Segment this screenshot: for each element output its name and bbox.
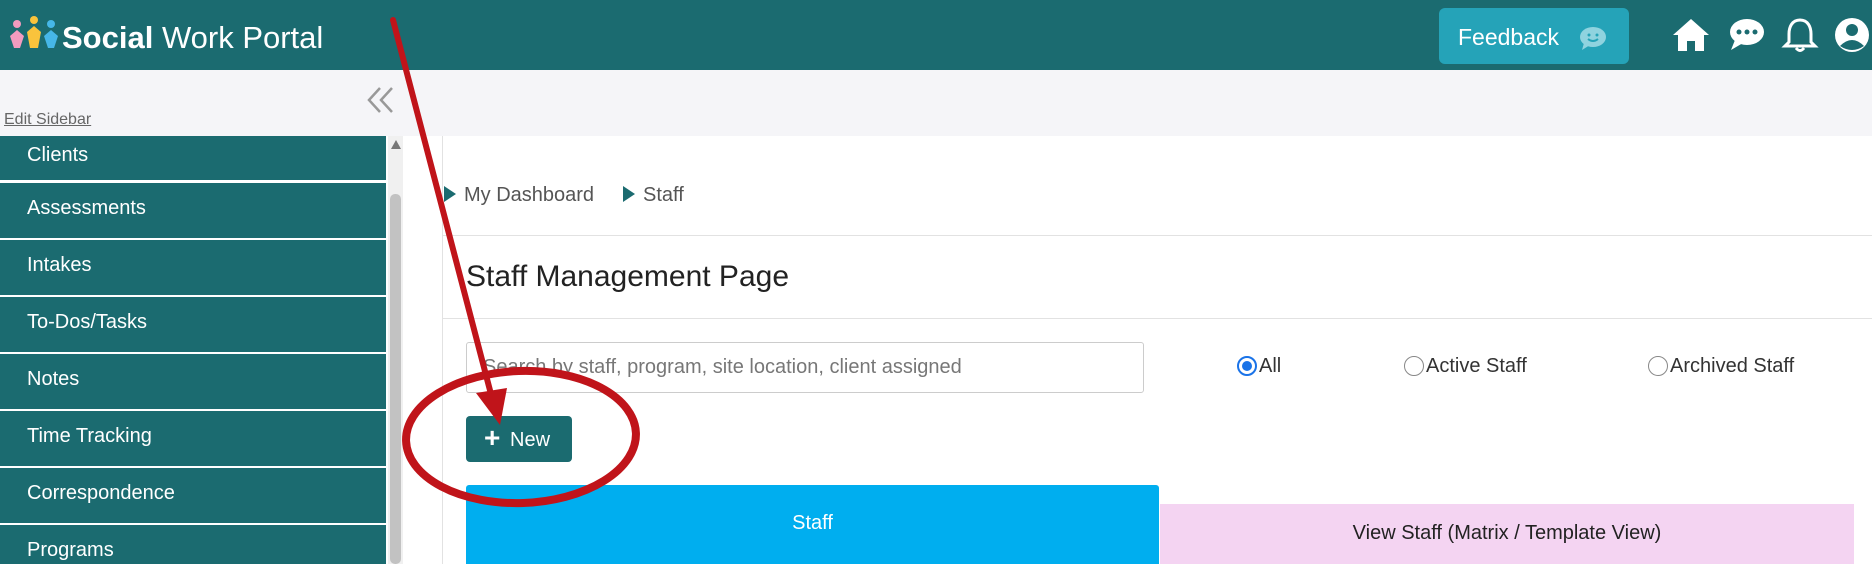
edit-sidebar-link[interactable]: Edit Sidebar — [4, 111, 91, 129]
top-navbar: Social Work Portal Feedback — [0, 0, 1872, 70]
sidebar-item-label: Intakes — [27, 254, 92, 276]
tab-staff[interactable]: Staff — [466, 485, 1159, 564]
sidebar-item-label: Assessments — [27, 197, 146, 219]
sidebar-item-label: Time Tracking — [27, 425, 152, 447]
radio-active-staff[interactable] — [1404, 356, 1424, 376]
scrollbar-thumb[interactable] — [390, 194, 401, 564]
sidebar-item-clients[interactable]: Clients — [0, 136, 386, 180]
radio-active-staff-label[interactable]: Active Staff — [1426, 355, 1527, 378]
sidebar-item-programs[interactable]: Programs — [0, 525, 386, 564]
sidebar-item-todos-tasks[interactable]: To-Dos/Tasks — [0, 297, 386, 352]
radio-all[interactable] — [1237, 356, 1257, 376]
sidebar-item-intakes[interactable]: Intakes — [0, 240, 386, 295]
search-input[interactable] — [466, 342, 1144, 393]
sidebar-item-notes[interactable]: Notes — [0, 354, 386, 409]
radio-archived-staff[interactable] — [1648, 356, 1668, 376]
sidebar-item-label: Notes — [27, 368, 80, 390]
feedback-chat-icon — [1580, 27, 1606, 50]
title-divider — [442, 318, 1872, 319]
sidebar: Clients Assessments Intakes To-Dos/Tasks… — [0, 136, 386, 564]
logo-icon — [10, 16, 58, 48]
sidebar-item-time-tracking[interactable]: Time Tracking — [0, 411, 386, 466]
sidebar-item-label: Correspondence — [27, 482, 175, 504]
new-staff-button[interactable]: + New — [466, 416, 572, 462]
sidebar-item-label: Clients — [27, 144, 89, 166]
breadcrumb-item-dashboard[interactable]: My Dashboard — [464, 184, 594, 207]
radio-archived-staff-label[interactable]: Archived Staff — [1670, 355, 1794, 378]
brand-title-light: Work Portal — [153, 20, 324, 55]
content-left-border — [442, 136, 443, 564]
feedback-button[interactable]: Feedback — [1439, 8, 1629, 64]
sidebar-item-correspondence[interactable]: Correspondence — [0, 468, 386, 523]
tab-view-staff-matrix[interactable]: View Staff (Matrix / Template View) — [1160, 504, 1854, 564]
sidebar-item-assessments[interactable]: Assessments — [0, 183, 386, 238]
chat-icon[interactable] — [1727, 16, 1767, 54]
scroll-up-icon[interactable] — [391, 140, 401, 149]
page-title: Staff Management Page — [466, 260, 789, 293]
tab-staff-label: Staff — [792, 512, 833, 534]
brand-title[interactable]: Social Work Portal — [62, 20, 323, 56]
feedback-label: Feedback — [1458, 24, 1560, 50]
collapse-sidebar-icon[interactable] — [366, 85, 396, 115]
breadcrumb-arrow-icon — [623, 186, 635, 202]
radio-all-label[interactable]: All — [1259, 355, 1281, 378]
sidebar-item-label: To-Dos/Tasks — [27, 311, 148, 333]
home-icon[interactable] — [1671, 16, 1711, 54]
new-button-label: New — [510, 429, 551, 451]
sub-toolbar — [0, 70, 1872, 136]
tab-matrix-label: View Staff (Matrix / Template View) — [1352, 522, 1662, 544]
breadcrumb-arrow-icon — [444, 186, 456, 202]
user-icon[interactable] — [1832, 16, 1872, 54]
breadcrumb-divider — [442, 235, 1872, 236]
bell-icon[interactable] — [1780, 16, 1820, 54]
sidebar-item-label: Programs — [27, 539, 114, 561]
breadcrumb-item-staff[interactable]: Staff — [643, 184, 684, 207]
plus-icon: + — [484, 422, 501, 453]
brand-title-bold: Social — [62, 20, 154, 55]
